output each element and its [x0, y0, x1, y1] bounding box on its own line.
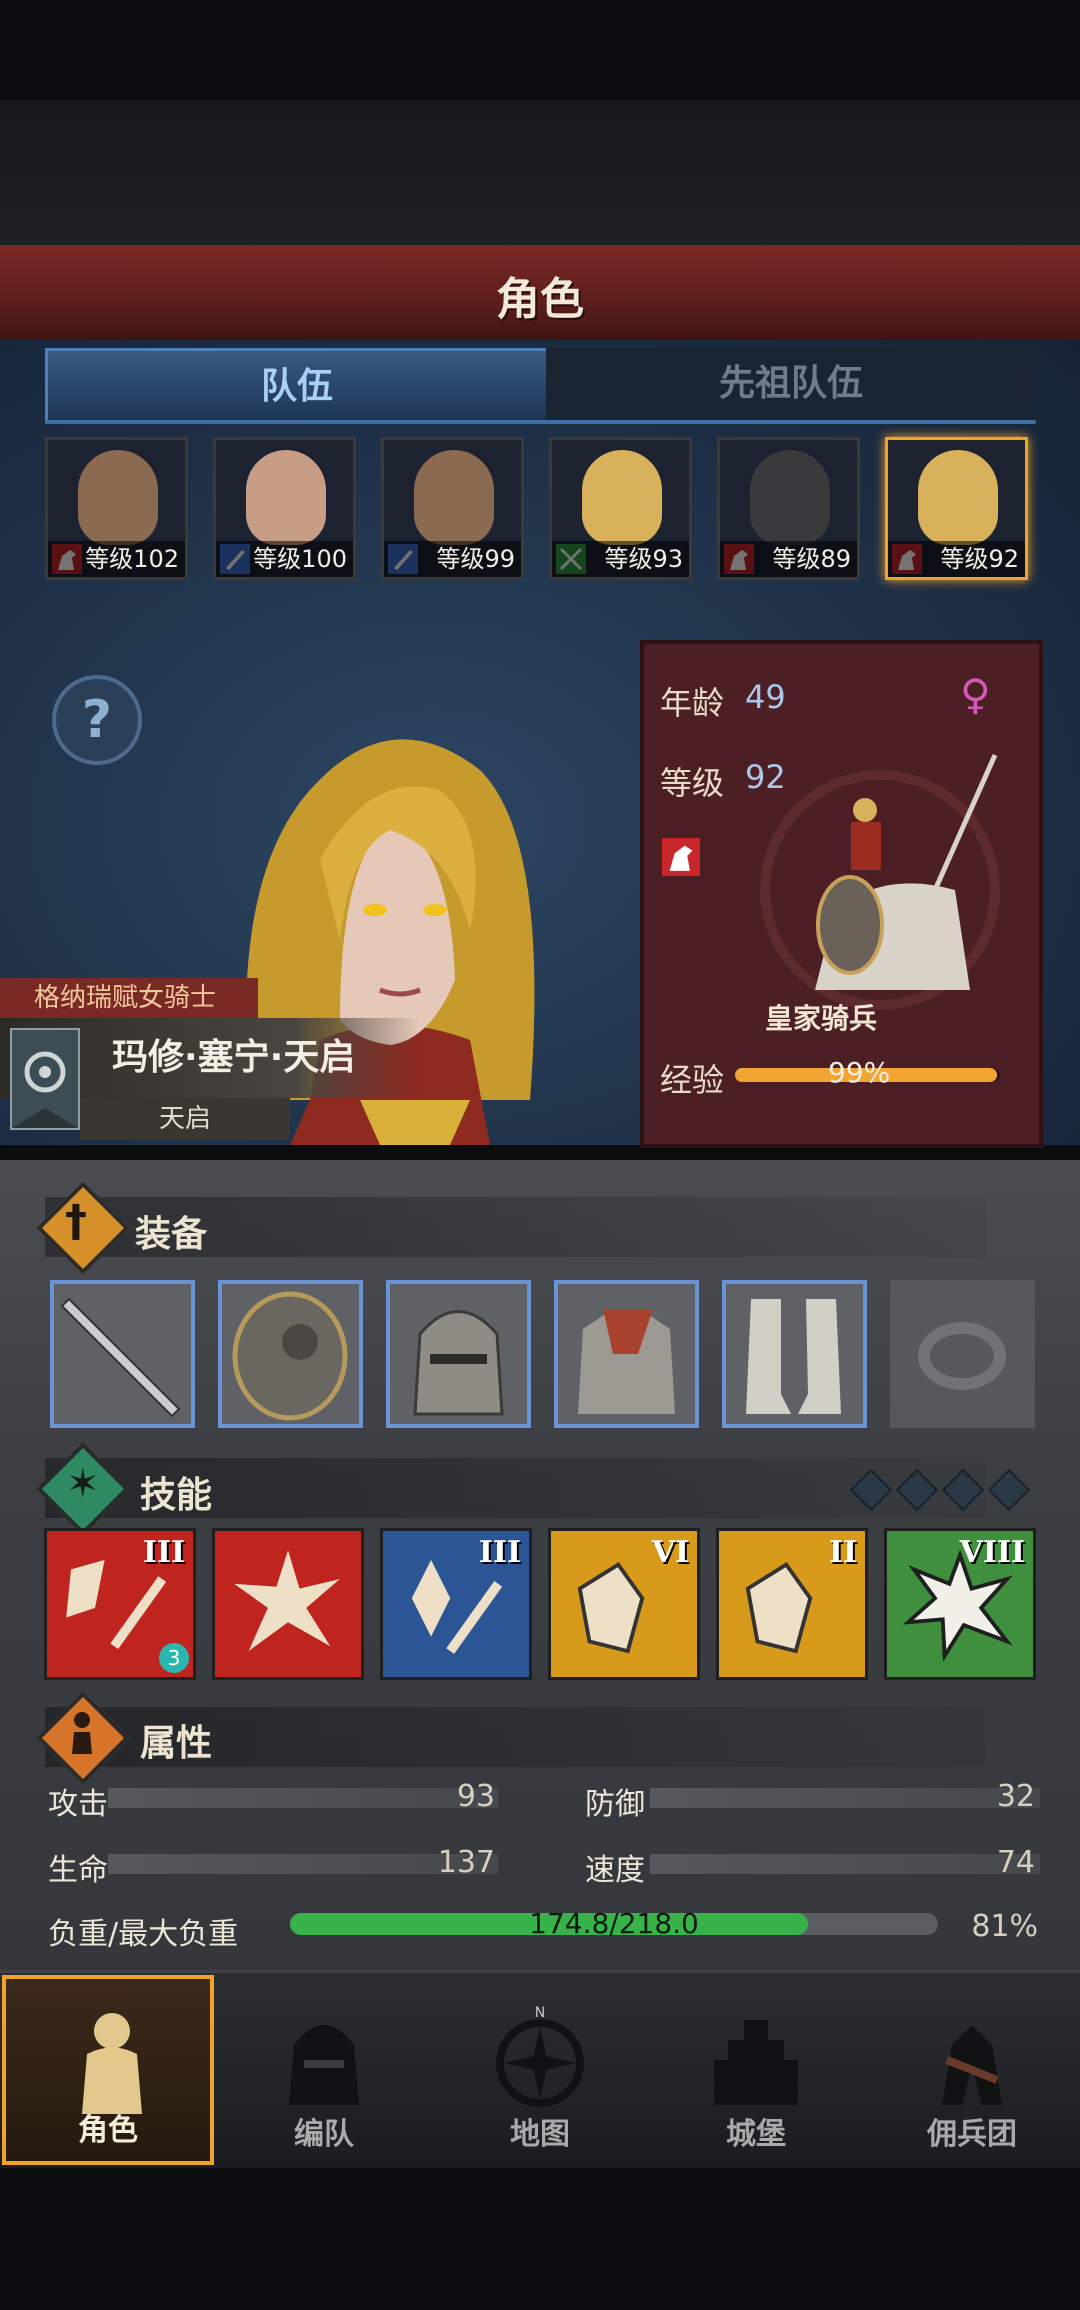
team-member-6[interactable]: 等级92	[885, 437, 1028, 580]
boots-icon	[746, 1299, 841, 1414]
nav-formation[interactable]: 编队	[218, 1975, 430, 2165]
skill-slot-3[interactable]: III	[380, 1528, 532, 1680]
age-label: 年龄	[660, 684, 725, 722]
load-value: 174.8/218.0	[529, 1907, 699, 1940]
speed-value: 74	[996, 1845, 1035, 1880]
compass-icon: N	[496, 2005, 584, 2107]
skill-badge: 3	[159, 1643, 189, 1673]
nav-map[interactable]: N 地图	[434, 1975, 646, 2165]
female-icon: ♀	[960, 670, 991, 719]
member-level: 等级93	[552, 541, 689, 577]
horse-icon	[662, 838, 700, 876]
nav-label: 编队	[294, 2117, 354, 2152]
helmet-icon	[289, 2025, 359, 2105]
member-level: 等级102	[48, 541, 185, 577]
skill-slot-6[interactable]: VIII	[884, 1528, 1036, 1680]
sword-icon	[60, 1297, 181, 1418]
skill-rank: II	[828, 1535, 857, 1570]
unit-class: 皇家骑兵	[765, 1002, 878, 1035]
attributes-glyph	[70, 1710, 94, 1756]
exp-percent: 99%	[828, 1056, 891, 1089]
skill-slot-2[interactable]	[212, 1528, 364, 1680]
help-button[interactable]: ?	[52, 675, 142, 765]
helmet-icon	[413, 1310, 504, 1416]
member-level: 等级100	[216, 541, 353, 577]
hp-label: 生命	[48, 1853, 108, 1888]
compass-north-label: N	[535, 2005, 545, 2021]
equip-slot-helmet[interactable]	[386, 1280, 531, 1428]
avatar	[582, 450, 662, 545]
skill-slot-1[interactable]: III 3	[44, 1528, 196, 1680]
nav-castle[interactable]: 城堡	[650, 1975, 862, 2165]
defense-value: 32	[996, 1779, 1035, 1814]
burst-strike-icon	[234, 1550, 340, 1652]
armor-icon	[578, 1309, 675, 1414]
nav-label: 地图	[510, 2117, 570, 2152]
top-band	[0, 100, 1080, 245]
exp-label: 经验	[660, 1061, 725, 1099]
nav-label: 角色	[78, 2113, 138, 2148]
avatar	[78, 450, 158, 545]
team-member-3[interactable]: 等级99	[381, 437, 524, 580]
tab-team[interactable]: 队伍	[45, 348, 549, 423]
level-label: 等级	[660, 764, 725, 802]
skills-title: 技能	[140, 1475, 213, 1516]
member-level: 等级99	[384, 541, 521, 577]
load-percent: 81%	[971, 1909, 1038, 1944]
team-member-4[interactable]: 等级93	[549, 437, 692, 580]
member-level: 等级92	[888, 541, 1025, 577]
defense-label: 防御	[585, 1787, 645, 1822]
skill-rank: III	[142, 1535, 185, 1570]
nav-character[interactable]: 角色	[2, 1975, 214, 2165]
avatar	[414, 450, 494, 545]
page-title: 角色	[496, 274, 584, 325]
tab-ancestor-team[interactable]: 先祖队伍	[546, 348, 1036, 423]
skill-rank: VIII	[959, 1535, 1025, 1570]
equip-slot-weapon[interactable]	[50, 1280, 195, 1428]
equip-slot-armor[interactable]	[554, 1280, 699, 1428]
skill-rank: VI	[651, 1535, 689, 1570]
character-title: 格纳瑞赋女骑士	[0, 978, 258, 1018]
speed-label: 速度	[585, 1853, 645, 1888]
team-member-2[interactable]: 等级100	[213, 437, 356, 580]
mercenary-icon	[942, 2025, 1002, 2105]
attributes-title: 属性	[140, 1723, 213, 1764]
avatar	[918, 450, 998, 545]
equip-slot-boots[interactable]	[722, 1280, 867, 1428]
equipment-glyph: †	[65, 1196, 87, 1247]
title-bar: 角色	[0, 245, 1080, 343]
nav-mercenary[interactable]: 佣兵团	[866, 1975, 1078, 2165]
avatar	[750, 450, 830, 545]
equip-slot-ring[interactable]	[890, 1280, 1035, 1428]
character-subtitle: 天启	[80, 1098, 290, 1140]
equip-slot-shield[interactable]	[218, 1280, 363, 1428]
load-label: 负重/最大负重	[48, 1917, 239, 1952]
equipment-title: 装备	[135, 1214, 208, 1255]
nav-label: 城堡	[726, 2117, 786, 2152]
avatar	[246, 450, 326, 545]
attack-label: 攻击	[48, 1787, 108, 1822]
team-member-5[interactable]: 等级89	[717, 437, 860, 580]
tab-underline	[45, 420, 1035, 424]
member-level: 等级89	[720, 541, 857, 577]
character-name: 玛修·塞宁·天启	[112, 1037, 356, 1078]
castle-icon	[714, 2020, 798, 2105]
hp-value: 137	[437, 1845, 495, 1880]
shield-icon	[232, 1291, 348, 1421]
knight-icon	[82, 2013, 142, 2114]
skill-slot-5[interactable]: II	[716, 1528, 868, 1680]
faction-emblem-icon	[10, 1028, 80, 1130]
unit-illustration	[760, 753, 1000, 1010]
skill-rank: III	[478, 1535, 521, 1570]
ring-icon	[918, 1322, 1006, 1390]
skills-glyph: ✶	[66, 1461, 100, 1507]
attack-value: 93	[456, 1779, 495, 1814]
team-member-1[interactable]: 等级102	[45, 437, 188, 580]
skill-slot-4[interactable]: VI	[548, 1528, 700, 1680]
age-value: 49	[745, 678, 786, 716]
nav-label: 佣兵团	[927, 2117, 1017, 2152]
